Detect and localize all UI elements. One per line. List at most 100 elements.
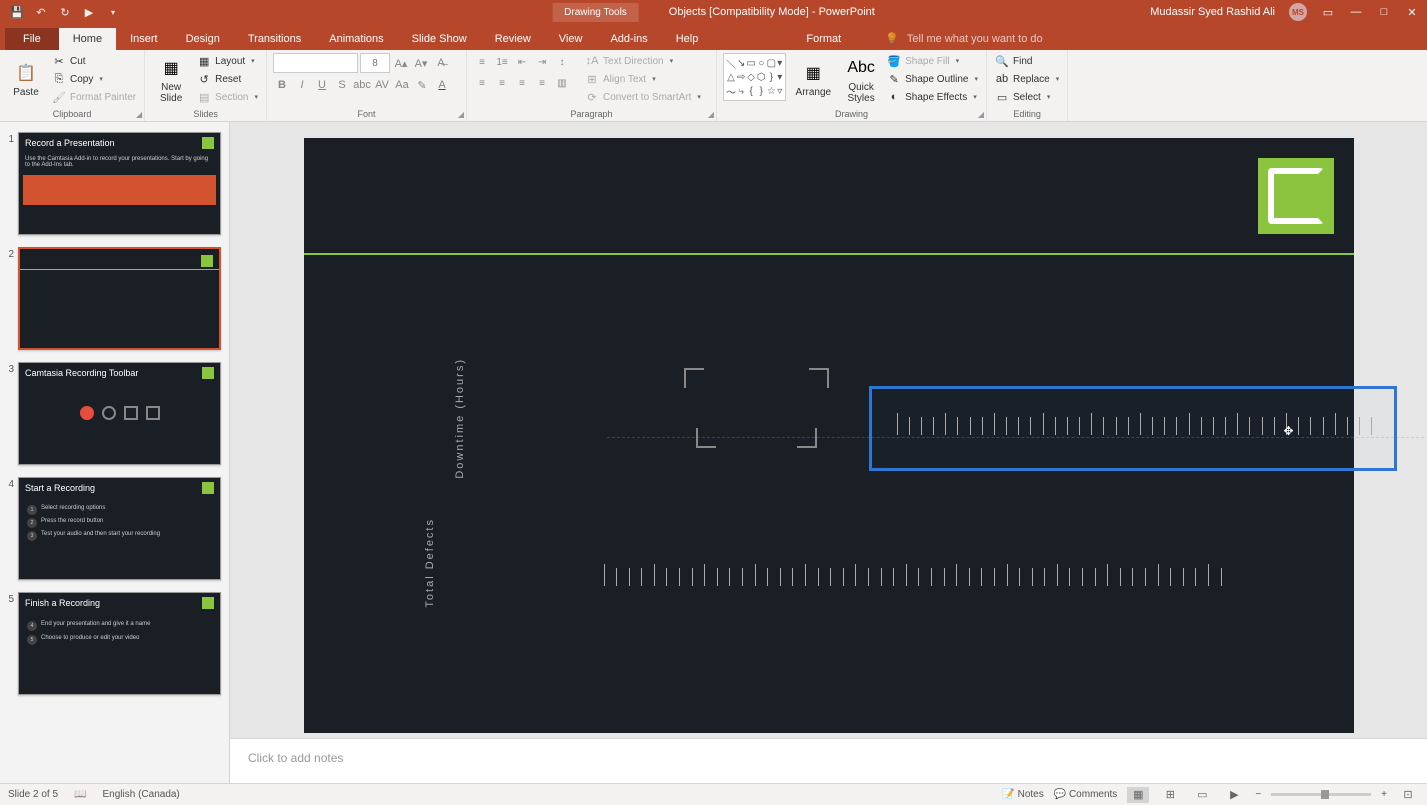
- reading-view-button[interactable]: ▭: [1191, 787, 1213, 803]
- shape-right-arrow-icon[interactable]: ⇨: [737, 72, 745, 83]
- text-direction-button[interactable]: ↕AText Direction▾: [583, 53, 703, 69]
- shape-diamond-icon[interactable]: ◇: [746, 72, 755, 83]
- dialog-launcher-icon[interactable]: ◢: [136, 110, 142, 119]
- shape-lbrace-icon[interactable]: {: [746, 84, 755, 99]
- change-case-button[interactable]: Aa: [393, 76, 411, 94]
- spell-check-icon[interactable]: 📖: [74, 789, 86, 800]
- tab-transitions[interactable]: Transitions: [234, 28, 315, 50]
- tab-file[interactable]: File: [5, 28, 59, 50]
- shape-triangle-icon[interactable]: △: [726, 72, 736, 83]
- redo-icon[interactable]: ↻: [58, 5, 72, 19]
- justify-button[interactable]: ≡: [533, 74, 551, 92]
- language-status[interactable]: English (Canada): [103, 789, 180, 800]
- maximize-icon[interactable]: □: [1377, 5, 1391, 19]
- shrink-font-icon[interactable]: A▾: [412, 54, 430, 72]
- dialog-launcher-icon[interactable]: ◢: [458, 110, 464, 119]
- align-center-button[interactable]: ≡: [493, 74, 511, 92]
- shape-brace-icon[interactable]: }: [767, 72, 776, 83]
- shape-roundrect-icon[interactable]: ▢: [767, 56, 776, 71]
- undo-icon[interactable]: ↶: [34, 5, 48, 19]
- thumbnail-3[interactable]: 3 Camtasia Recording Toolbar: [0, 360, 229, 475]
- save-icon[interactable]: 💾: [10, 5, 24, 19]
- tab-animations[interactable]: Animations: [315, 28, 397, 50]
- shape-effects-button[interactable]: ◐Shape Effects▾: [885, 89, 980, 105]
- char-spacing-button[interactable]: AV: [373, 76, 391, 94]
- font-color-button[interactable]: A: [433, 76, 451, 94]
- highlight-button[interactable]: ✎: [413, 76, 431, 94]
- decrease-indent-button[interactable]: ⇤: [513, 53, 531, 71]
- start-from-beginning-icon[interactable]: ▶: [82, 5, 96, 19]
- tell-me-search[interactable]: 💡 Tell me what you want to do: [885, 27, 1042, 50]
- smartart-button[interactable]: ⟳Convert to SmartArt▾: [583, 89, 703, 105]
- tab-view[interactable]: View: [545, 28, 597, 50]
- selected-shape[interactable]: ✥: [869, 386, 1397, 471]
- select-button[interactable]: ▭Select▾: [993, 89, 1061, 105]
- columns-button[interactable]: ▥: [553, 74, 571, 92]
- defects-label[interactable]: Total Defects: [424, 518, 436, 608]
- shape-outline-button[interactable]: ✎Shape Outline▾: [885, 71, 980, 87]
- paste-button[interactable]: 📋 Paste: [6, 53, 46, 106]
- thumbnail-4[interactable]: 4 Start a Recording 1 Select recording o…: [0, 475, 229, 590]
- zoom-slider[interactable]: [1271, 793, 1371, 796]
- slideshow-view-button[interactable]: ▶: [1223, 787, 1245, 803]
- comments-toggle[interactable]: 💬 Comments: [1054, 789, 1118, 800]
- close-icon[interactable]: ✕: [1405, 5, 1419, 19]
- shape-curve-icon[interactable]: ～: [726, 84, 736, 99]
- slide-canvas-wrap[interactable]: Downtime (Hours) Total Defects: [230, 122, 1427, 738]
- tab-slideshow[interactable]: Slide Show: [398, 28, 481, 50]
- minimize-icon[interactable]: —: [1349, 5, 1363, 19]
- section-button[interactable]: ▤Section▾: [195, 89, 260, 105]
- italic-button[interactable]: I: [293, 76, 311, 94]
- shape-star-icon[interactable]: ☆: [767, 84, 776, 99]
- downtime-label[interactable]: Downtime (Hours): [454, 358, 466, 479]
- layout-button[interactable]: ▦Layout▾: [195, 53, 260, 69]
- increase-indent-button[interactable]: ⇥: [533, 53, 551, 71]
- font-family-combo[interactable]: [273, 53, 358, 73]
- thumbnail-1[interactable]: 1 Record a Presentation Use the Camtasia…: [0, 130, 229, 245]
- align-text-button[interactable]: ⊞Align Text▾: [583, 71, 703, 87]
- zoom-in-button[interactable]: +: [1381, 789, 1387, 800]
- tab-insert[interactable]: Insert: [116, 28, 172, 50]
- shape-hexagon-icon[interactable]: ⬡: [757, 72, 766, 83]
- cut-button[interactable]: ✂Cut: [50, 53, 138, 69]
- strikethrough-button[interactable]: S: [333, 76, 351, 94]
- grow-font-icon[interactable]: A▴: [392, 54, 410, 72]
- notes-pane[interactable]: Click to add notes: [230, 738, 1427, 783]
- shape-fill-button[interactable]: 🪣Shape Fill▾: [885, 53, 980, 69]
- fit-to-window-button[interactable]: ⊡: [1397, 787, 1419, 803]
- zoom-out-button[interactable]: −: [1255, 789, 1261, 800]
- align-right-button[interactable]: ≡: [513, 74, 531, 92]
- shapes-gallery[interactable]: ＼ ↘ ▭ ○ ▢ ▾ △ ⇨ ◇ ⬡ } ▾ ～ ⤷ { } ☆ ▿: [723, 53, 786, 101]
- notes-toggle[interactable]: 📝 Notes: [1002, 789, 1043, 800]
- shadow-button[interactable]: abc: [353, 76, 371, 94]
- arrange-button[interactable]: ▦ Arrange: [790, 53, 838, 106]
- dialog-launcher-icon[interactable]: ◢: [708, 110, 714, 119]
- tab-design[interactable]: Design: [172, 28, 234, 50]
- format-painter-button[interactable]: 🖌Format Painter: [50, 89, 138, 105]
- font-size-combo[interactable]: [360, 53, 390, 73]
- tab-home[interactable]: Home: [59, 28, 116, 50]
- slide-sorter-button[interactable]: ⊞: [1159, 787, 1181, 803]
- shape-rect-icon[interactable]: ▭: [746, 56, 755, 71]
- line-spacing-button[interactable]: ↕: [553, 53, 571, 71]
- lower-ruler-ticks[interactable]: [604, 568, 1234, 590]
- thumbnail-5[interactable]: 5 Finish a Recording 4 End your presenta…: [0, 590, 229, 705]
- shape-more3-icon[interactable]: ▿: [777, 84, 782, 99]
- slide-counter[interactable]: Slide 2 of 5: [8, 789, 58, 800]
- slide-canvas[interactable]: Downtime (Hours) Total Defects: [304, 138, 1354, 733]
- ribbon-options-icon[interactable]: ▭: [1321, 5, 1335, 19]
- crop-marks-object[interactable]: [684, 368, 829, 448]
- user-avatar[interactable]: MS: [1289, 3, 1307, 21]
- quick-styles-button[interactable]: Abc Quick Styles: [841, 53, 881, 106]
- new-slide-button[interactable]: ▦ New Slide: [151, 53, 191, 106]
- shape-rbrace-icon[interactable]: }: [757, 84, 766, 99]
- dialog-launcher-icon[interactable]: ◢: [978, 110, 984, 119]
- shape-line-icon[interactable]: ＼: [726, 56, 736, 71]
- normal-view-button[interactable]: ▦: [1127, 787, 1149, 803]
- tab-help[interactable]: Help: [662, 28, 713, 50]
- thumbnail-2[interactable]: 2: [0, 245, 229, 360]
- shape-more-icon[interactable]: ▾: [777, 56, 782, 71]
- copy-button[interactable]: ⎘Copy▾: [50, 71, 138, 87]
- clear-formatting-icon[interactable]: A̶: [432, 54, 450, 72]
- shape-more2-icon[interactable]: ▾: [777, 72, 782, 83]
